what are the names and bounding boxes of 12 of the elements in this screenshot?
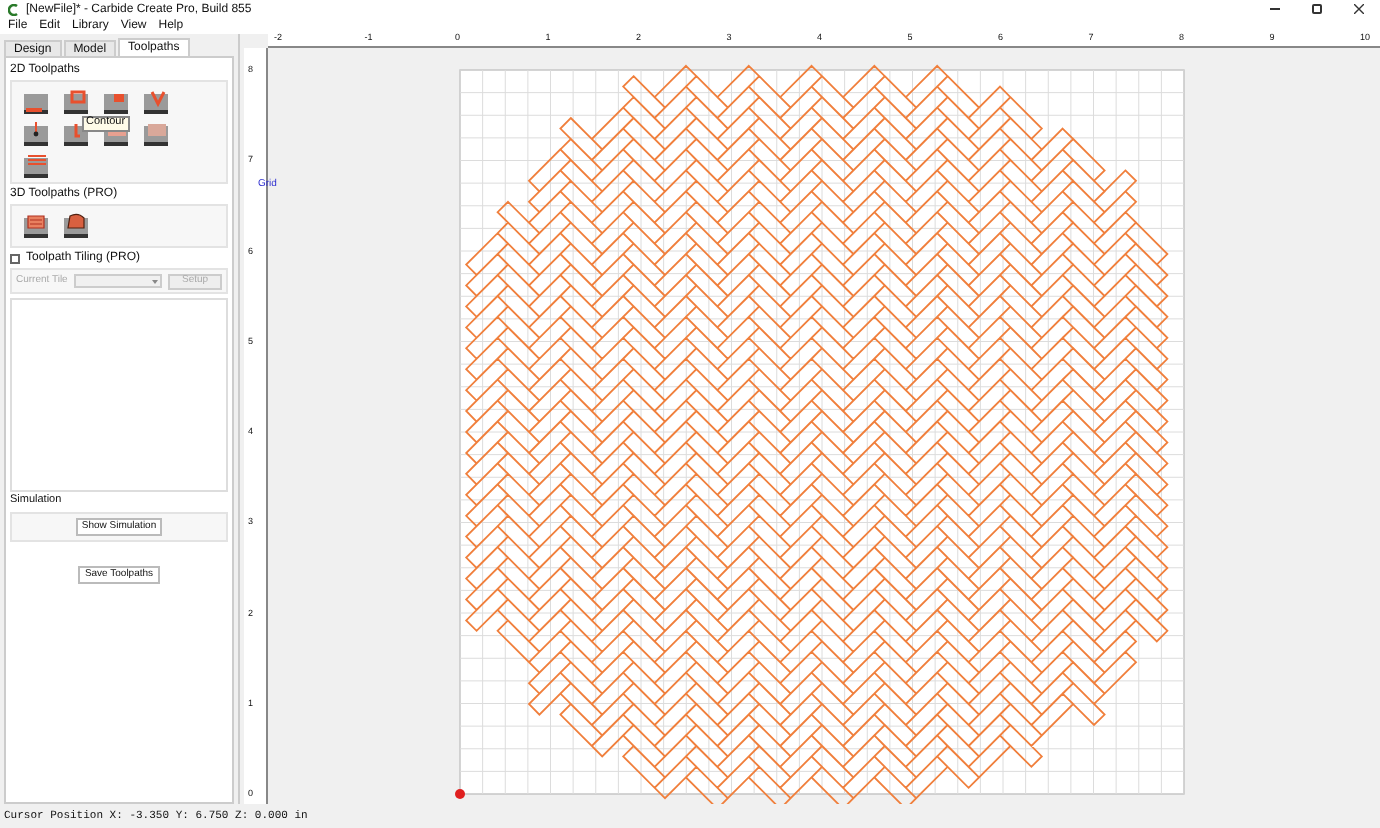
tool-block-icon[interactable] bbox=[20, 150, 52, 180]
tool-block-icon[interactable] bbox=[140, 86, 172, 116]
origin-marker-icon bbox=[455, 789, 465, 799]
close-icon[interactable] bbox=[1354, 4, 1364, 14]
tool-block-icon[interactable] bbox=[20, 118, 52, 148]
caret-icon bbox=[152, 279, 159, 283]
tool-block-icon[interactable] bbox=[60, 210, 92, 240]
maximize-icon[interactable] bbox=[1312, 4, 1322, 14]
tool-block-icon[interactable] bbox=[20, 210, 52, 240]
tool-block-icon[interactable] bbox=[60, 86, 92, 116]
tool-block-icon[interactable] bbox=[140, 118, 172, 148]
app-logo-icon bbox=[8, 3, 18, 15]
